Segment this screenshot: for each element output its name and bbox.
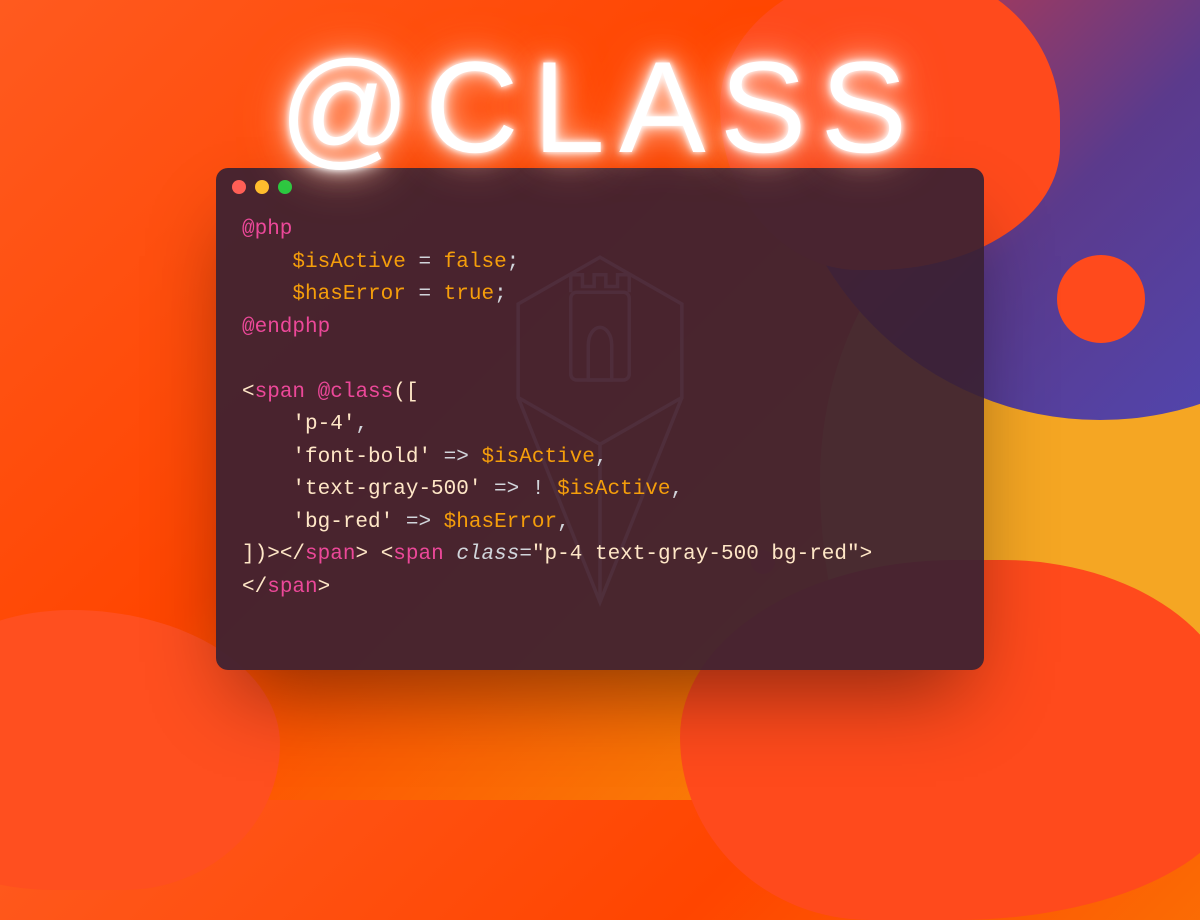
string-literal: 'p-4' bbox=[292, 413, 355, 436]
maximize-icon[interactable] bbox=[278, 180, 292, 194]
php-variable: $hasError bbox=[292, 283, 405, 306]
code-block: @php $isActive = false; $hasError = true… bbox=[216, 206, 984, 625]
html-attribute: class bbox=[456, 543, 519, 566]
string-literal: 'font-bold' bbox=[292, 446, 431, 469]
blade-directive: @endphp bbox=[242, 316, 330, 339]
string-literal: 'bg-red' bbox=[292, 511, 393, 534]
code-window: @php $isActive = false; $hasError = true… bbox=[216, 168, 984, 670]
string-literal: 'text-gray-500' bbox=[292, 478, 481, 501]
minimize-icon[interactable] bbox=[255, 180, 269, 194]
php-variable: $isActive bbox=[292, 251, 405, 274]
html-tag: span bbox=[255, 381, 305, 404]
blade-directive: @php bbox=[242, 218, 292, 241]
close-icon[interactable] bbox=[232, 180, 246, 194]
bg-dot-large bbox=[1057, 255, 1145, 343]
window-titlebar bbox=[216, 168, 984, 206]
blade-directive: @class bbox=[318, 381, 394, 404]
